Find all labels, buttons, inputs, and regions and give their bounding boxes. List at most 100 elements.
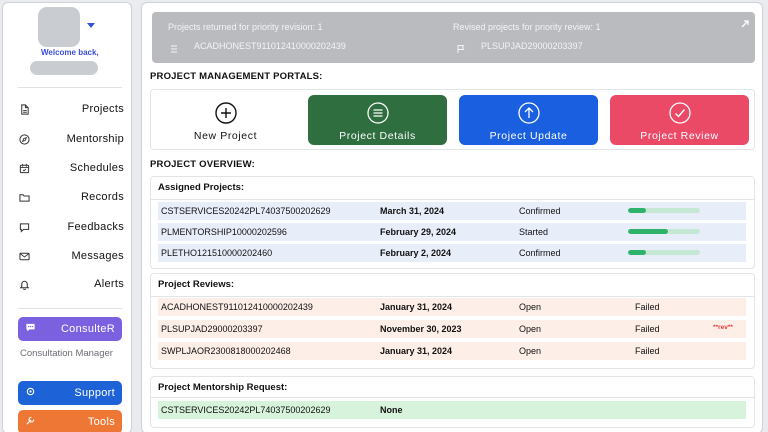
review-date: January 31, 2024 [380,346,453,356]
divider [151,296,754,297]
sidebar-item-label: Messages [71,250,124,262]
review-result: Failed [635,324,660,334]
project-review-button[interactable]: Project Review [610,95,749,145]
portals-title: PROJECT MANAGEMENT PORTALS: [150,71,323,82]
project-date: February 2, 2024 [380,248,452,258]
review-date: November 30, 2023 [380,324,462,334]
new-project-label: New Project [193,130,258,142]
sidebar-item-label: Schedules [69,162,124,174]
overview-title: PROJECT OVERVIEW: [150,159,255,170]
tools-label: Tools [87,416,115,428]
revision-flag: **rev** [713,324,733,331]
expand-icon[interactable] [740,16,750,28]
gear-icon [25,386,36,400]
table-row[interactable]: ACADHONEST911012410000202439 January 31,… [158,298,746,316]
sidebar: Welcome back, Projects Mentorship Schedu… [2,2,132,432]
portals-panel: New Project Project Details Project Upda… [150,89,755,150]
sidebar-item-projects[interactable]: Projects [18,99,124,119]
calendar-icon [18,162,30,174]
sidebar-item-label: Records [80,191,124,203]
avatar[interactable] [38,7,80,47]
project-update-label: Project Update [489,130,568,142]
progress-fill [628,250,646,255]
wrench-icon [25,415,36,429]
list-circle-icon [365,100,391,126]
progress-bar [628,229,700,234]
arrow-up-circle-icon [516,100,542,126]
table-row[interactable]: CSTSERVICES20242PL74037500202629 March 3… [158,202,746,220]
plus-circle-icon [213,100,239,126]
project-date: February 29, 2024 [380,227,457,237]
revised-projects-title: Revised projects for priority review: 1 [453,22,601,32]
sidebar-item-label: Mentorship [66,133,124,145]
consultation-manager-label: Consultation Manager [20,348,113,359]
consulter-button[interactable]: ConsulteR [18,317,122,341]
sidebar-item-label: Alerts [94,278,124,290]
mentorship-request-card: Project Mentorship Request: CSTSERVICES2… [150,376,755,428]
assigned-projects-card: Assigned Projects: CSTSERVICES20242PL740… [150,176,755,269]
compass-icon [18,133,30,145]
review-status: Open [519,324,542,334]
main-panel: Projects returned for priority revision:… [141,2,763,432]
review-id: SWPLJAOR2300818000202468 [161,346,291,356]
sidebar-item-alerts[interactable]: Alerts [18,274,124,294]
welcome-text: Welcome back, [41,48,99,57]
mentorship-request-title: Project Mentorship Request: [158,382,288,393]
review-id: ACADHONEST911012410000202439 [161,302,313,312]
table-row[interactable]: PLSUPJAD29000203397 November 30, 2023 Op… [158,320,746,338]
progress-bar [628,208,700,213]
assigned-projects-title: Assigned Projects: [158,182,245,193]
bell-icon [18,278,30,290]
project-id: PLETHO121510000202460 [161,248,273,258]
sidebar-item-records[interactable]: Records [18,187,124,207]
project-reviews-card: Project Reviews: ACADHONEST9110124100002… [150,273,755,369]
table-row[interactable]: CSTSERVICES20242PL74037500202629 None [158,401,746,419]
progress-fill [628,208,646,213]
project-id: CSTSERVICES20242PL74037500202629 [161,206,331,216]
returned-projects-title: Projects returned for priority revision:… [168,22,323,32]
consulter-label: ConsulteR [60,323,115,335]
project-status: Confirmed [519,248,561,258]
divider [151,199,754,200]
returned-project-id[interactable]: ACADHONEST911012410000202439 [194,41,346,51]
chat-icon [25,322,36,336]
review-result: Failed [635,302,660,312]
sidebar-item-mentorship[interactable]: Mentorship [18,129,124,149]
project-reviews-title: Project Reviews: [158,279,235,290]
project-review-label: Project Review [640,130,719,142]
project-details-label: Project Details [339,130,416,142]
divider [151,397,754,398]
sidebar-item-label: Projects [81,103,124,115]
project-update-button[interactable]: Project Update [459,95,598,145]
revised-project-id[interactable]: PLSUPJAD29000203397 [481,41,583,51]
review-result: Failed [635,346,660,356]
project-details-button[interactable]: Project Details [308,95,447,145]
mail-icon [18,250,30,262]
list-icon [169,41,179,53]
divider [18,308,122,309]
project-status: Started [519,227,549,237]
support-button[interactable]: Support [18,381,122,405]
table-row[interactable]: PLETHO121510000202460 February 2, 2024 C… [158,244,746,262]
review-status: Open [519,346,542,356]
review-date: January 31, 2024 [380,302,453,312]
document-icon [18,103,30,115]
project-id: PLMENTORSHIP10000202596 [161,227,287,237]
user-name-placeholder [30,61,98,75]
table-row[interactable]: SWPLJAOR2300818000202468 January 31, 202… [158,342,746,360]
priority-banner: Projects returned for priority revision:… [152,12,755,63]
support-label: Support [74,387,115,399]
table-row[interactable]: PLMENTORSHIP10000202596 February 29, 202… [158,223,746,241]
sidebar-item-messages[interactable]: Messages [18,246,124,266]
flag-icon [456,41,466,53]
sidebar-item-schedules[interactable]: Schedules [18,158,124,178]
check-circle-icon [667,100,693,126]
new-project-button[interactable]: New Project [156,95,295,145]
progress-bar [628,250,700,255]
sidebar-item-feedbacks[interactable]: Feedbacks [18,217,124,237]
review-id: PLSUPJAD29000203397 [161,324,263,334]
chat-bubble-icon [18,221,30,233]
tools-button[interactable]: Tools [18,410,122,432]
review-status: Open [519,302,542,312]
chevron-down-icon[interactable] [87,23,95,28]
